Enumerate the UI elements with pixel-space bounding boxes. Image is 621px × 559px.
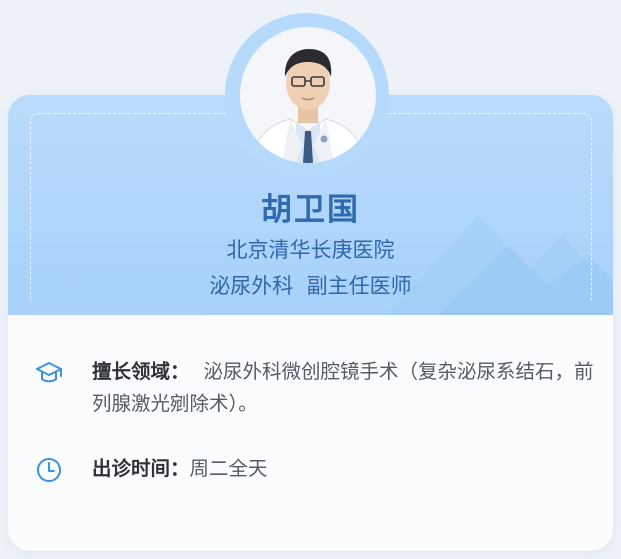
schedule-text: 出诊时间：周二全天 <box>92 453 602 485</box>
doctor-name: 胡卫国 <box>261 192 360 228</box>
schedule-row: 出诊时间：周二全天 <box>34 453 594 487</box>
clock-icon <box>37 458 61 482</box>
hospital-name: 北京清华长庚医院 <box>226 238 395 262</box>
schedule-label: 出诊时间： <box>92 457 190 480</box>
specialty-label: 擅长领域： <box>92 360 190 383</box>
graduation-cap-icon <box>36 362 62 383</box>
schedule-value: 周二全天 <box>189 457 268 480</box>
specialty-text: 擅长领域： 泌尿外科微创腔镜手术（复杂泌尿系结石，前列腺激光剜除术）。 <box>92 356 602 420</box>
doctor-avatar <box>240 27 376 163</box>
specialty-row: 擅长领域： 泌尿外科微创腔镜手术（复杂泌尿系结石，前列腺激光剜除术）。 <box>34 356 594 426</box>
department-title: 泌尿外科 副主任医师 <box>209 274 412 298</box>
